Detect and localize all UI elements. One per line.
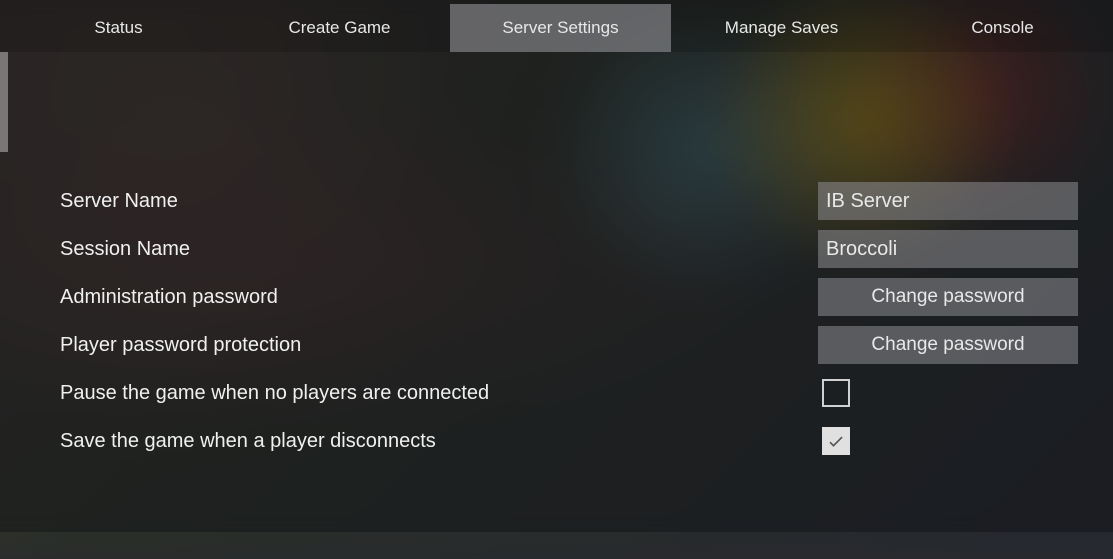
check-icon — [826, 431, 846, 451]
player-password-label: Player password protection — [60, 334, 818, 357]
tab-bar: Status Create Game Server Settings Manag… — [0, 0, 1113, 52]
tab-status[interactable]: Status — [8, 4, 229, 52]
server-name-label: Server Name — [60, 190, 818, 213]
player-password-button[interactable]: Change password — [818, 326, 1078, 364]
pause-no-players-checkbox[interactable] — [822, 379, 850, 407]
tab-create-game[interactable]: Create Game — [229, 4, 450, 52]
pause-no-players-label: Pause the game when no players are conne… — [60, 382, 818, 405]
server-name-input[interactable] — [818, 182, 1078, 220]
tab-console[interactable]: Console — [892, 4, 1113, 52]
session-name-label: Session Name — [60, 238, 818, 261]
save-on-disconnect-label: Save the game when a player disconnects — [60, 430, 818, 453]
save-on-disconnect-checkbox[interactable] — [822, 427, 850, 455]
admin-password-button[interactable]: Change password — [818, 278, 1078, 316]
tab-server-settings[interactable]: Server Settings — [450, 4, 671, 52]
tab-manage-saves[interactable]: Manage Saves — [671, 4, 892, 52]
settings-panel: Server Name Session Name Administration … — [0, 52, 1113, 460]
session-name-input[interactable] — [818, 230, 1078, 268]
admin-password-label: Administration password — [60, 286, 818, 309]
